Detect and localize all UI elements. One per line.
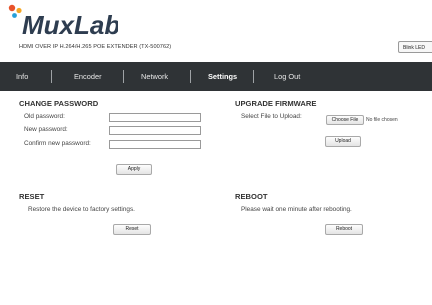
select-file-label: Select File to Upload: <box>241 113 302 120</box>
apply-button[interactable]: Apply <box>116 164 152 175</box>
old-password-label: Old password: <box>24 113 65 120</box>
new-password-field[interactable] <box>109 126 201 135</box>
file-status-text: No file chosen <box>366 117 398 123</box>
logo-dot-red <box>8 4 16 12</box>
product-name: HDMI OVER IP H.264/H.265 POE EXTENDER (T… <box>19 44 172 50</box>
nav-separator <box>51 70 52 83</box>
blink-led-button[interactable]: Blink LED <box>398 41 432 53</box>
brand-text: MuxLab <box>22 10 118 40</box>
new-password-label: New password: <box>24 126 68 133</box>
nav-settings[interactable]: Settings <box>208 62 237 91</box>
muxlab-logo: MuxLab <box>8 4 118 40</box>
header: MuxLab HDMI OVER IP H.264/H.265 POE EXTE… <box>0 0 432 60</box>
confirm-password-label: Confirm new password: <box>24 140 91 147</box>
reboot-description: Please wait one minute after rebooting. <box>241 206 352 213</box>
nav-separator <box>253 70 254 83</box>
logo-dot-blue <box>12 13 17 18</box>
nav-network[interactable]: Network <box>141 62 168 91</box>
nav-separator <box>190 70 191 83</box>
nav-separator <box>123 70 124 83</box>
reboot-button[interactable]: Reboot <box>325 224 363 235</box>
main-navbar: Info Encoder Network Settings Log Out <box>0 62 432 91</box>
reboot-title: REBOOT <box>235 192 268 201</box>
change-password-title: CHANGE PASSWORD <box>19 99 99 108</box>
nav-info[interactable]: Info <box>16 62 28 91</box>
reset-button[interactable]: Reset <box>113 224 151 235</box>
old-password-field[interactable] <box>109 113 201 122</box>
nav-logout[interactable]: Log Out <box>274 62 300 91</box>
nav-encoder[interactable]: Encoder <box>74 62 102 91</box>
choose-file-button[interactable]: Choose File <box>326 115 364 125</box>
upload-button[interactable]: Upload <box>325 136 361 147</box>
reset-description: Restore the device to factory settings. <box>28 206 135 213</box>
upgrade-firmware-title: UPGRADE FIRMWARE <box>235 99 317 108</box>
settings-content: CHANGE PASSWORD Old password: New passwo… <box>0 91 432 305</box>
reset-title: RESET <box>19 192 45 201</box>
logo-dot-orange <box>16 7 22 14</box>
confirm-password-field[interactable] <box>109 140 201 149</box>
